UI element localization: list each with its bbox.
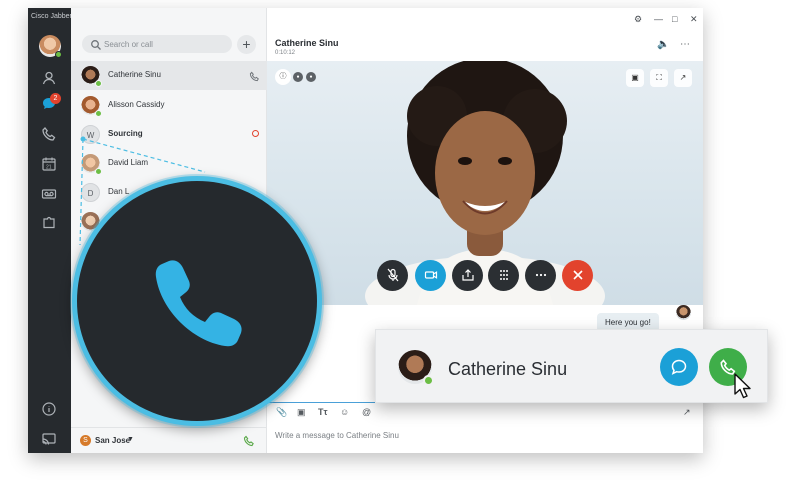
mention-icon[interactable]: @ xyxy=(362,407,371,417)
contact-name: Catherine Sinu xyxy=(448,359,568,379)
minimize-icon[interactable]: — xyxy=(654,14,663,24)
fullscreen-icon[interactable]: ⛶ xyxy=(650,69,668,87)
encrypted-icon: ● xyxy=(293,72,303,82)
video-feed: ⓘ ● ● ▣ ⛶ ↗ xyxy=(267,61,703,305)
contact-avatar xyxy=(398,350,434,386)
phone-icon[interactable] xyxy=(41,126,57,142)
contact-name: Catherine Sinu xyxy=(108,70,161,79)
maximize-icon[interactable]: □ xyxy=(672,14,677,24)
my-avatar[interactable] xyxy=(39,35,62,58)
location-selector[interactable]: San Jose xyxy=(95,436,130,445)
contact-row[interactable]: Alisson Cassidy xyxy=(71,91,267,120)
presence-available-icon xyxy=(55,51,62,58)
remote-participant-video xyxy=(365,61,605,305)
contact-avatar: D xyxy=(81,183,100,202)
end-call-button[interactable] xyxy=(562,260,593,291)
compose-toolbar: 📎 ▣ Tτ ☺ @ ↗ xyxy=(267,402,703,422)
info-icon[interactable] xyxy=(41,401,57,417)
contact-row[interactable]: W Sourcing xyxy=(71,120,267,149)
contact-name: Dan L xyxy=(108,187,130,196)
close-icon[interactable]: ✕ xyxy=(690,14,698,25)
start-chat-button[interactable] xyxy=(660,348,698,386)
search-box[interactable] xyxy=(82,35,232,53)
app-title: Cisco Jabber xyxy=(31,13,72,20)
conversation-title: Catherine Sinu xyxy=(275,38,339,48)
unread-badge: 2 xyxy=(50,93,61,104)
popout-icon[interactable]: ↗ xyxy=(674,69,692,87)
sender-avatar xyxy=(676,305,691,320)
expand-compose-icon[interactable]: ↗ xyxy=(683,407,691,418)
active-call-icon xyxy=(249,69,260,82)
contacts-icon[interactable] xyxy=(41,70,57,86)
contact-name: Sourcing xyxy=(108,129,143,138)
extensions-icon[interactable] xyxy=(41,214,57,230)
voicemail-icon[interactable] xyxy=(41,186,57,202)
phone-magnifier-callout xyxy=(72,176,322,426)
call-info-icon[interactable]: ⓘ xyxy=(275,69,291,85)
location-badge: S xyxy=(80,435,91,446)
contact-name: David Liam xyxy=(108,158,149,167)
more-options-icon[interactable]: ⋯ xyxy=(680,39,690,50)
text-format-icon[interactable]: Tτ xyxy=(318,407,328,417)
add-contact-button[interactable]: + xyxy=(237,35,256,54)
contact-avatar xyxy=(81,66,102,87)
emoji-icon[interactable]: ☺ xyxy=(340,407,349,417)
cast-screen-icon[interactable] xyxy=(41,431,57,447)
presence-available-icon xyxy=(95,168,102,175)
presence-available-icon xyxy=(95,80,102,87)
screen-capture-icon[interactable]: ▣ xyxy=(297,407,306,418)
contact-row[interactable]: David Liam xyxy=(71,149,267,178)
more-call-options-button[interactable] xyxy=(525,260,556,291)
share-screen-button[interactable] xyxy=(452,260,483,291)
unread-dot-icon xyxy=(252,130,259,137)
call-timer: 0:10:12 xyxy=(275,50,296,56)
contact-avatar xyxy=(81,154,102,175)
chevron-down-icon[interactable]: ▼ xyxy=(127,436,134,443)
contact-name: Alisson Cassidy xyxy=(108,100,165,109)
video-toggle-button[interactable] xyxy=(415,260,446,291)
mute-button[interactable] xyxy=(377,260,408,291)
message-input[interactable] xyxy=(275,428,695,442)
nav-rail: Cisco Jabber 2 21 xyxy=(28,8,72,453)
contact-row[interactable]: Catherine Sinu xyxy=(71,61,267,90)
search-input[interactable] xyxy=(104,37,224,51)
presence-available-icon xyxy=(95,110,102,117)
attach-file-icon[interactable]: 📎 xyxy=(276,407,287,418)
group-avatar: W xyxy=(81,125,100,144)
contacts-footer: S San Jose ▼ xyxy=(71,427,267,453)
search-icon xyxy=(90,38,102,50)
contact-avatar xyxy=(81,96,102,117)
screen: Cisco Jabber 2 21 Search or call + Cathe… xyxy=(0,0,800,491)
meetings-icon[interactable]: 21 xyxy=(41,156,57,172)
self-view-icon[interactable]: ▣ xyxy=(626,69,644,87)
keypad-button[interactable] xyxy=(488,260,519,291)
mouse-cursor-icon xyxy=(734,373,751,399)
speaker-volume-icon[interactable]: 🔈 xyxy=(657,39,669,50)
contact-card-popup: Catherine Sinu xyxy=(375,329,768,403)
settings-icon[interactable]: ⚙ xyxy=(634,14,642,25)
chat-bubble-icon xyxy=(671,359,687,375)
phone-icon xyxy=(155,260,242,347)
phone-services-icon[interactable] xyxy=(243,434,255,447)
secure-lock-icon: ● xyxy=(306,72,316,82)
svg-text:21: 21 xyxy=(46,165,52,171)
presence-available-icon xyxy=(423,375,434,386)
